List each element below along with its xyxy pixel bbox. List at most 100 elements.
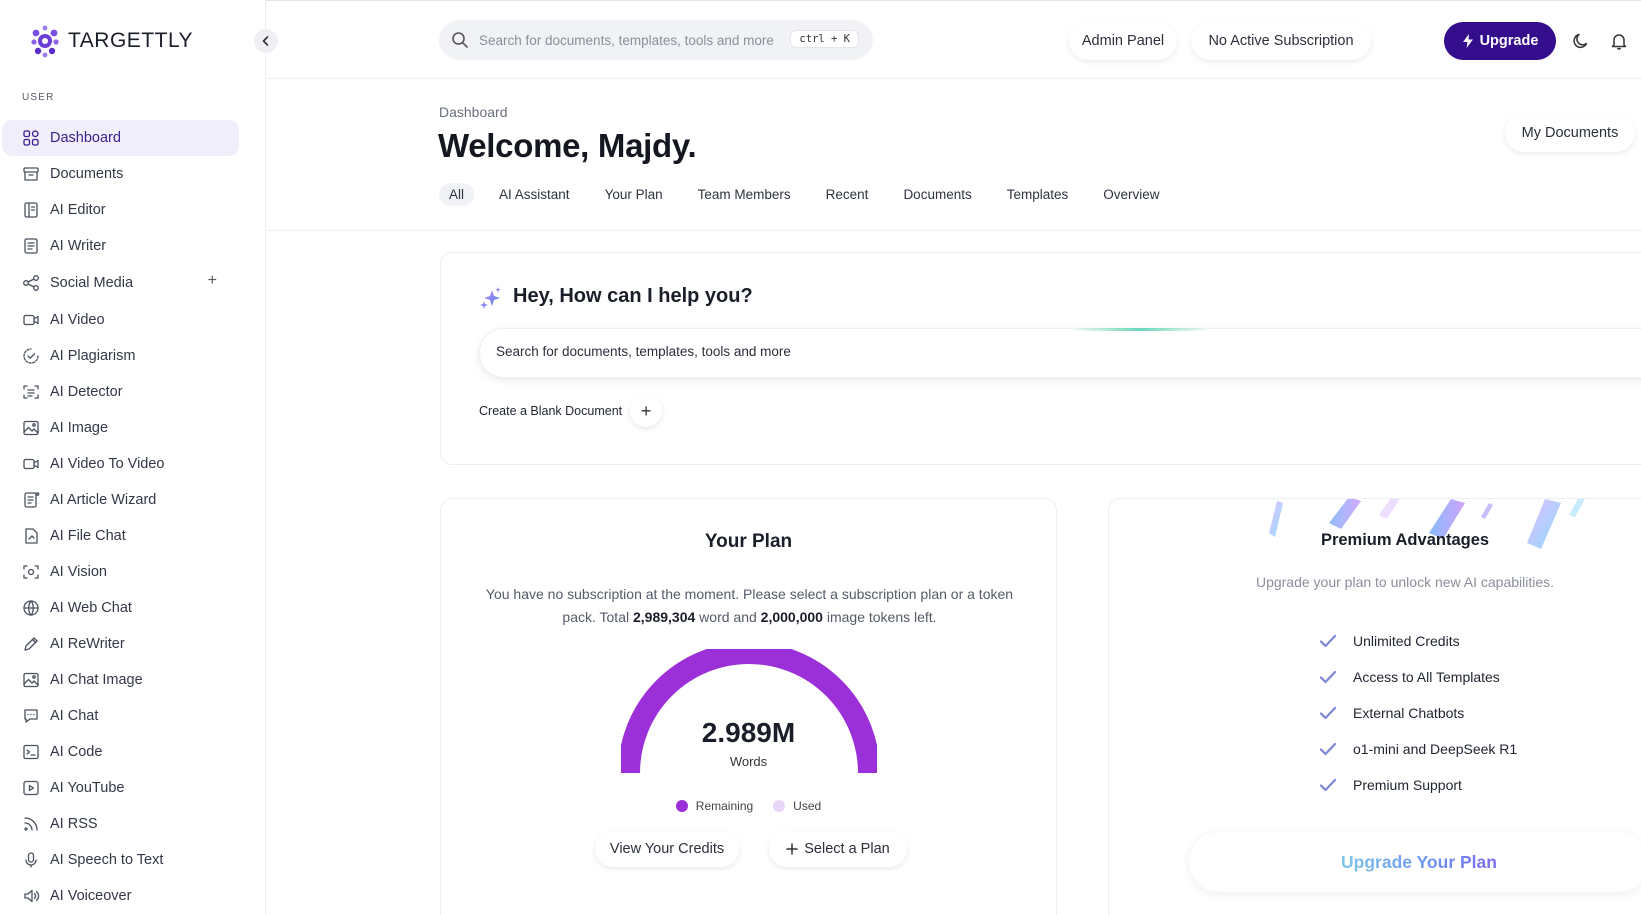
input-glow: [1070, 328, 1210, 331]
sidebar-item-documents[interactable]: Documents: [2, 156, 239, 192]
sparkle-icon: [479, 286, 503, 315]
upgrade-button[interactable]: Upgrade: [1444, 22, 1556, 60]
chat-icon: [22, 707, 40, 725]
sidebar-item-dashboard[interactable]: Dashboard: [2, 120, 239, 156]
sidebar-item-ai-rewriter[interactable]: AI ReWriter: [2, 626, 239, 662]
dark-mode-toggle[interactable]: [1570, 30, 1592, 52]
sidebar-item-ai-youtube[interactable]: AI YouTube: [2, 770, 239, 806]
collapse-sidebar-button[interactable]: [254, 29, 278, 53]
expand-plus-icon[interactable]: +: [208, 272, 217, 290]
globe-icon: [22, 599, 40, 617]
doc-icon: [22, 237, 40, 255]
sidebar-item-ai-web-chat[interactable]: AI Web Chat: [2, 590, 239, 626]
legend-remaining-swatch: [675, 800, 688, 812]
create-blank-document[interactable]: Create a Blank Document +: [479, 395, 663, 427]
checkmark-icon: [1319, 742, 1337, 756]
plan-image-tokens: 2,000,000: [760, 609, 823, 625]
global-search[interactable]: ctrl + K: [439, 20, 873, 60]
breadcrumb[interactable]: Dashboard: [439, 104, 508, 120]
rss-icon: [22, 815, 40, 833]
sidebar-item-label: AI Video To Video: [50, 456, 165, 472]
tab-your-plan[interactable]: Your Plan: [595, 183, 673, 206]
legend-used: Used: [773, 799, 821, 813]
sidebar-item-ai-article-wizard[interactable]: AI Article Wizard: [2, 482, 239, 518]
sidebar-item-ai-speech-to-text[interactable]: AI Speech to Text: [2, 842, 239, 878]
topbar: ctrl + K Admin Panel No Active Subscript…: [266, 0, 1641, 79]
header-divider: [266, 230, 1641, 231]
admin-panel-button[interactable]: Admin Panel: [1069, 22, 1177, 60]
legend-remaining: Remaining: [675, 799, 753, 813]
tab-documents[interactable]: Documents: [893, 183, 981, 206]
view-credits-button[interactable]: View Your Credits: [595, 831, 739, 867]
bolt-icon: [1462, 34, 1473, 48]
sidebar-nav: Dashboard Documents AI Editor AI Writer Soci…: [2, 120, 239, 914]
sidebar-item-ai-plagiarism[interactable]: AI Plagiarism: [2, 338, 239, 374]
sidebar-item-ai-file-chat[interactable]: AI File Chat: [2, 518, 239, 554]
sidebar-item-ai-writer[interactable]: AI Writer: [2, 228, 239, 264]
plus-icon[interactable]: +: [630, 395, 663, 427]
sidebar-item-label: AI File Chat: [50, 528, 126, 544]
assistant-search-input[interactable]: [496, 344, 1396, 359]
sidebar-item-ai-video[interactable]: AI Video: [2, 302, 239, 338]
premium-card: Premium Advantages Upgrade your plan to …: [1108, 498, 1641, 915]
sidebar-item-label: AI Chat: [50, 708, 99, 724]
create-blank-document-label: Create a Blank Document: [479, 404, 623, 418]
assistant-search[interactable]: [479, 328, 1641, 378]
chevron-left-icon: [262, 36, 269, 46]
my-documents-button[interactable]: My Documents: [1505, 114, 1635, 152]
your-plan-card: Your Plan You have no subscription at th…: [440, 498, 1057, 915]
sidebar-item-label: AI Article Wizard: [50, 492, 157, 508]
premium-title: Premium Advantages: [1320, 531, 1490, 549]
sidebar-item-ai-chat[interactable]: AI Chat: [2, 698, 239, 734]
sidebar-item-ai-code[interactable]: AI Code: [2, 734, 239, 770]
upgrade-plan-label: Upgrade Your Plan: [1341, 851, 1497, 872]
assistant-card: Hey, How can I help you? Create a Blank …: [440, 252, 1641, 465]
tab-ai-assistant[interactable]: AI Assistant: [489, 183, 580, 206]
sidebar-item-ai-chat-image[interactable]: AI Chat Image: [2, 662, 239, 698]
plan-words-count: 2,989,304: [632, 609, 696, 625]
select-plan-button[interactable]: Select a Plan: [769, 831, 907, 867]
sidebar-item-label: AI Speech to Text: [50, 852, 164, 868]
tab-all[interactable]: All: [439, 183, 475, 206]
eye-scan-icon: [22, 563, 40, 581]
subscription-button[interactable]: No Active Subscription: [1191, 22, 1371, 60]
sidebar-item-label: Dashboard: [50, 130, 121, 146]
select-plan-label: Select a Plan: [804, 841, 890, 857]
global-search-input[interactable]: [479, 32, 789, 48]
premium-feature: Access to All Templates: [1319, 659, 1517, 695]
checkmark-icon: [1319, 670, 1337, 684]
scan-icon: [22, 383, 40, 401]
logo-icon: [28, 24, 62, 58]
gauge-unit: Words: [729, 754, 768, 769]
tab-team-members[interactable]: Team Members: [688, 183, 801, 206]
plus-icon: [786, 843, 799, 855]
tab-templates[interactable]: Templates: [997, 183, 1079, 206]
sidebar-item-ai-image[interactable]: AI Image: [2, 410, 239, 446]
page-title: Welcome, Majdy.: [438, 127, 697, 164]
check-circle-icon: [22, 347, 40, 365]
tab-recent[interactable]: Recent: [816, 183, 879, 206]
sidebar-section-label: USER: [22, 92, 55, 103]
bell-icon: [1611, 34, 1627, 50]
tab-overview[interactable]: Overview: [1093, 183, 1169, 206]
brand-logo[interactable]: TARGETTLY: [28, 24, 193, 58]
notifications-button[interactable]: [1608, 30, 1630, 52]
sidebar-item-ai-video-to-video[interactable]: AI Video To Video: [2, 446, 239, 482]
video-icon: [22, 455, 40, 473]
search-shortcut: ctrl + K: [790, 30, 859, 48]
upgrade-plan-button[interactable]: Upgrade Your Plan: [1189, 832, 1641, 892]
sidebar-item-social-media[interactable]: Social Media +: [2, 264, 239, 302]
sidebar-item-ai-editor[interactable]: AI Editor: [2, 192, 239, 228]
sidebar-item-ai-voiceover[interactable]: AI Voiceover: [2, 878, 239, 914]
sidebar-item-ai-vision[interactable]: AI Vision: [2, 554, 239, 590]
sidebar-item-label: AI ReWriter: [50, 636, 125, 652]
sidebar-item-ai-detector[interactable]: AI Detector: [2, 374, 239, 410]
premium-feature-label: Access to All Templates: [1353, 669, 1500, 685]
plan-desc-text: word and: [695, 609, 761, 625]
search-icon: [452, 32, 468, 48]
assistant-title: Hey, How can I help you?: [513, 285, 753, 307]
sidebar-item-label: AI Plagiarism: [50, 348, 136, 364]
checkmark-icon: [1319, 778, 1337, 792]
gauge-legend: Remaining Used: [441, 799, 1056, 813]
sidebar-item-ai-rss[interactable]: AI RSS: [2, 806, 239, 842]
